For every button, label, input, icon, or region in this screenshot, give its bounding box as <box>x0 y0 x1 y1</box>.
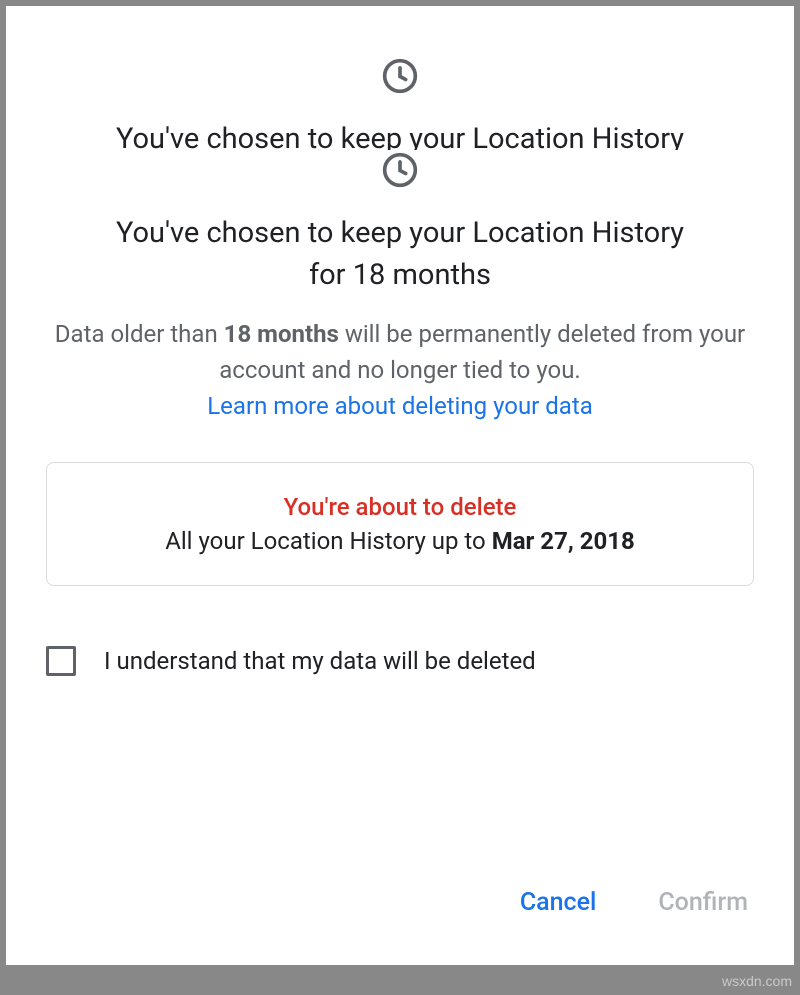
dialog-header-back-layer: You've chosen to keep your Location Hist… <box>6 56 794 160</box>
dialog-description: Data older than 18 months will be perman… <box>46 316 754 424</box>
confirmation-dialog: You've chosen to keep your Location Hist… <box>6 6 794 965</box>
confirm-button: Confirm <box>652 880 754 925</box>
consent-row: I understand that my data will be delete… <box>46 646 754 676</box>
clock-icon <box>380 150 420 190</box>
warning-date: Mar 27, 2018 <box>492 527 635 555</box>
desc-pre: Data older than <box>55 320 224 348</box>
heading-line-1: You've chosen to keep your Location Hist… <box>116 216 684 250</box>
clock-icon <box>380 56 420 96</box>
consent-checkbox[interactable] <box>46 646 76 676</box>
heading-line-2: for 18 months <box>309 258 491 292</box>
watermark: wsxdn.com <box>722 973 792 989</box>
delete-warning-box: You're about to delete All your Location… <box>46 462 754 586</box>
warning-title: You're about to delete <box>67 493 733 521</box>
warning-body: All your Location History up to Mar 27, … <box>67 527 733 555</box>
dialog-heading: You've chosen to keep your Location Hist… <box>46 212 754 296</box>
desc-duration: 18 months <box>224 320 339 348</box>
consent-label: I understand that my data will be delete… <box>104 647 536 675</box>
cancel-button[interactable]: Cancel <box>514 880 603 925</box>
dialog-header: You've chosen to keep your Location Hist… <box>6 150 794 424</box>
warning-body-pre: All your Location History up to <box>165 527 492 555</box>
dialog-actions: Cancel Confirm <box>514 880 754 925</box>
learn-more-link[interactable]: Learn more about deleting your data <box>207 388 593 424</box>
